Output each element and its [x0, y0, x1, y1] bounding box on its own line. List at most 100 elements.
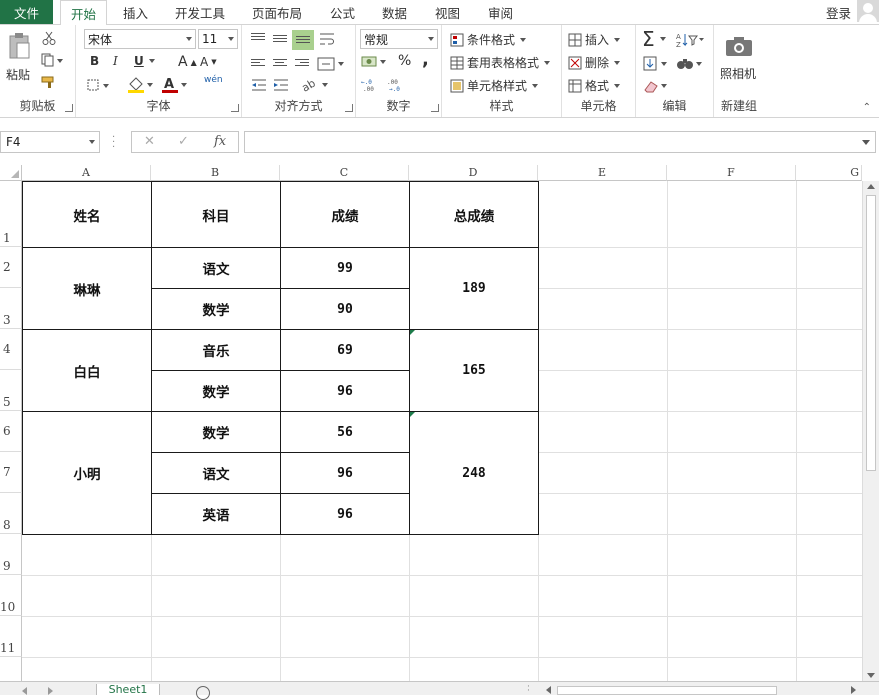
tab-view[interactable]: 视图 [435, 0, 460, 24]
cell-c3[interactable]: 90 [280, 288, 410, 330]
cell-c6[interactable]: 56 [280, 411, 410, 453]
align-right-icon[interactable] [295, 59, 309, 71]
cut-icon[interactable] [40, 29, 58, 47]
cell-a2-merged[interactable]: 琳琳 [22, 247, 152, 330]
number-format-select[interactable]: 常规 [360, 29, 438, 49]
cell-c4[interactable]: 69 [280, 329, 410, 371]
font-name-select[interactable]: 宋体 [84, 29, 196, 49]
row-header-11[interactable]: 11 [0, 616, 22, 657]
sort-filter-icon[interactable]: AZ [676, 31, 704, 49]
tab-insert[interactable]: 插入 [123, 0, 148, 24]
avatar[interactable] [857, 0, 879, 22]
row-header-1[interactable]: 1 [0, 181, 22, 247]
cell-styles-button[interactable]: 单元格样式 [450, 77, 539, 94]
italic-button[interactable]: I [113, 54, 118, 68]
phonetic-button[interactable]: wén [204, 75, 223, 85]
increase-indent-icon[interactable] [272, 77, 290, 93]
clipboard-launcher-icon[interactable] [65, 104, 73, 112]
decrease-decimal-icon[interactable]: .00 →.0 [386, 77, 410, 93]
cell-b2[interactable]: 语文 [151, 247, 281, 289]
add-sheet-icon[interactable] [196, 686, 210, 700]
cell-c2[interactable]: 99 [280, 247, 410, 289]
alignment-launcher-icon[interactable] [345, 104, 353, 112]
row-header-6[interactable]: 6 [0, 411, 22, 452]
cancel-icon[interactable]: ✕ [144, 134, 155, 149]
cell-b7[interactable]: 语文 [151, 452, 281, 494]
row-header-5[interactable]: 5 [0, 370, 22, 411]
camera-button[interactable]: 照相机 [720, 65, 756, 82]
cell-c5[interactable]: 96 [280, 370, 410, 412]
cell-b1[interactable]: 科目 [151, 181, 281, 248]
bold-button[interactable]: B [90, 54, 99, 68]
vertical-scrollbar[interactable] [862, 181, 879, 681]
name-box[interactable]: F4 [0, 131, 100, 153]
align-center-icon[interactable] [273, 59, 287, 71]
number-launcher-icon[interactable] [431, 104, 439, 112]
fill-color-icon[interactable] [126, 75, 154, 95]
cell-b5[interactable]: 数学 [151, 370, 281, 412]
font-launcher-icon[interactable] [231, 104, 239, 112]
vertical-scroll-thumb[interactable] [866, 195, 876, 471]
merge-center-icon[interactable] [316, 55, 346, 73]
find-select-icon[interactable] [676, 55, 704, 73]
cell-a6-merged[interactable]: 小明 [22, 411, 152, 535]
select-all-corner[interactable] [0, 165, 22, 181]
sheet-next-icon[interactable] [48, 687, 53, 695]
decrease-indent-icon[interactable] [250, 77, 268, 93]
tab-page-layout[interactable]: 页面布局 [252, 0, 302, 24]
column-header-g[interactable]: G [796, 165, 862, 181]
row-header-2[interactable]: 2 [0, 247, 22, 288]
tab-review[interactable]: 审阅 [488, 0, 513, 24]
sheet-tab-sheet1[interactable]: Sheet1 [96, 684, 160, 695]
clear-icon[interactable] [642, 77, 670, 95]
paste-icon[interactable] [6, 31, 32, 61]
delete-cells-button[interactable]: 删除 [568, 54, 621, 71]
expand-formula-icon[interactable] [862, 140, 870, 145]
cell-c1[interactable]: 成绩 [280, 181, 410, 248]
shrink-font-button[interactable]: A ▼ [200, 55, 217, 69]
font-color-icon[interactable]: A [160, 75, 188, 95]
row-header-3[interactable]: 3 [0, 288, 22, 329]
insert-cells-button[interactable]: 插入 [568, 31, 621, 48]
scroll-down-icon[interactable] [867, 673, 875, 678]
column-header-f[interactable]: F [667, 165, 796, 181]
login-link[interactable]: 登录 [826, 3, 851, 22]
underline-button[interactable]: U [134, 54, 155, 68]
cell-a4-merged[interactable]: 白白 [22, 329, 152, 412]
align-middle-icon[interactable] [273, 35, 287, 47]
tab-data[interactable]: 数据 [382, 0, 407, 24]
paste-button[interactable]: 粘贴 [6, 66, 30, 83]
column-header-b[interactable]: B [151, 165, 280, 181]
grow-font-button[interactable]: A ▲ [178, 54, 197, 70]
horizontal-scrollbar[interactable] [543, 684, 861, 695]
tab-developer[interactable]: 开发工具 [175, 0, 225, 24]
cell-d1[interactable]: 总成绩 [409, 181, 539, 248]
cell-b4[interactable]: 音乐 [151, 329, 281, 371]
fill-down-icon[interactable] [642, 55, 670, 73]
row-header-8[interactable]: 8 [0, 493, 22, 534]
column-header-e[interactable]: E [538, 165, 667, 181]
copy-icon[interactable] [40, 51, 64, 69]
cell-d4-merged[interactable]: 165 [409, 329, 539, 412]
cell-a1[interactable]: 姓名 [22, 181, 152, 248]
currency-icon[interactable] [360, 53, 388, 71]
collapse-ribbon-icon[interactable]: ⌃ [863, 102, 871, 113]
scroll-up-icon[interactable] [867, 184, 875, 189]
cell-c8[interactable]: 96 [280, 493, 410, 535]
comma-button[interactable]: , [422, 49, 429, 70]
row-header-10[interactable]: 10 [0, 575, 22, 616]
scroll-right-icon[interactable] [851, 686, 856, 694]
cell-c7[interactable]: 96 [280, 452, 410, 494]
tab-file[interactable]: 文件 [0, 0, 53, 24]
column-header-c[interactable]: C [280, 165, 409, 181]
percent-button[interactable]: % [398, 53, 411, 69]
tab-formulas[interactable]: 公式 [330, 0, 355, 24]
format-as-table-button[interactable]: 套用表格格式 [450, 54, 551, 71]
cell-d2-merged[interactable]: 189 [409, 247, 539, 330]
conditional-format-button[interactable]: 条件格式 [450, 31, 527, 48]
scroll-left-icon[interactable] [546, 686, 551, 694]
cell-b8[interactable]: 英语 [151, 493, 281, 535]
row-header-7[interactable]: 7 [0, 452, 22, 493]
format-painter-icon[interactable] [40, 73, 58, 91]
orientation-icon[interactable]: ab [300, 75, 330, 93]
